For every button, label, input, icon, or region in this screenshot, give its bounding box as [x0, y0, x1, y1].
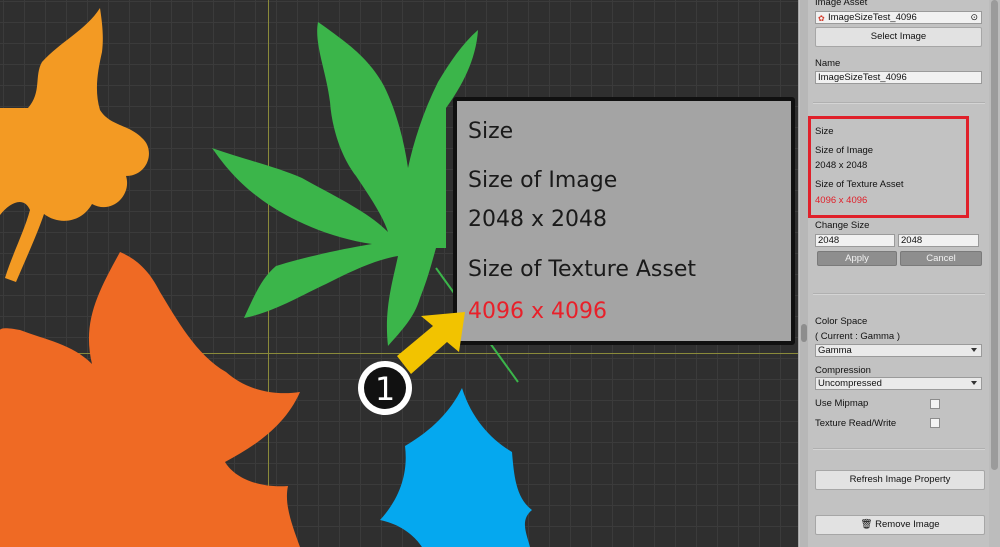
image-asset-icon: ✿ — [818, 14, 825, 23]
compression-label: Compression — [815, 365, 871, 376]
color-space-value: Gamma — [818, 345, 852, 356]
cancel-button[interactable]: Cancel — [900, 251, 982, 266]
name-label: Name — [815, 58, 841, 69]
callout-size-of-image-value: 2048 x 2048 — [468, 207, 607, 232]
chevron-down-icon — [971, 348, 977, 352]
inspector-resize-scrollbar[interactable] — [800, 0, 808, 547]
image-asset-label: Image Asset — [815, 0, 868, 8]
remove-image-label: Remove Image — [875, 519, 940, 530]
trash-icon: 🗑 — [860, 519, 873, 530]
separator — [813, 448, 985, 450]
color-space-current: ( Current : Gamma ) — [815, 331, 900, 342]
name-field[interactable]: ImageSizeTest_4096 — [815, 71, 982, 84]
callout-size-of-image-label: Size of Image — [468, 168, 618, 193]
refresh-image-property-button[interactable]: Refresh Image Property — [815, 470, 985, 490]
use-mipmap-checkbox[interactable] — [930, 399, 940, 409]
image-asset-value: ImageSizeTest_4096 — [828, 12, 917, 23]
scrollbar-thumb[interactable] — [801, 324, 807, 342]
use-mipmap-label: Use Mipmap — [815, 398, 869, 409]
step-marker-number: 1 — [375, 370, 395, 408]
remove-image-button[interactable]: 🗑 Remove Image — [815, 515, 985, 535]
object-picker-icon[interactable]: ⊙ — [970, 12, 978, 23]
scrollbar-thumb[interactable] — [991, 0, 998, 470]
change-size-label: Change Size — [815, 220, 870, 231]
callout-size-of-texture-label: Size of Texture Asset — [468, 257, 697, 282]
separator — [813, 102, 985, 104]
texture-read-write-label: Texture Read/Write — [815, 418, 897, 429]
separator — [813, 293, 985, 295]
pointer-arrow-icon — [397, 312, 465, 374]
apply-button[interactable]: Apply — [817, 251, 897, 266]
inspector-scrollbar[interactable] — [989, 0, 1000, 547]
compression-dropdown[interactable]: Uncompressed — [815, 377, 982, 390]
color-space-dropdown[interactable]: Gamma — [815, 344, 982, 357]
change-height-field[interactable]: 2048 — [898, 234, 979, 247]
change-width-field[interactable]: 2048 — [815, 234, 895, 247]
zoom-callout: Size Size of Image 2048 x 2048 Size of T… — [453, 97, 795, 345]
orange-leaf-top-left — [0, 8, 149, 282]
inspector-panel: Image Asset ✿ ImageSizeTest_4096 ⊙ Selec… — [798, 0, 1000, 547]
size-highlight-box — [808, 116, 969, 218]
green-leaf-center — [212, 22, 478, 346]
texture-read-write-checkbox[interactable] — [930, 418, 940, 428]
image-asset-field[interactable]: ✿ ImageSizeTest_4096 ⊙ — [815, 11, 982, 24]
compression-value: Uncompressed — [818, 378, 882, 389]
callout-size-heading: Size — [468, 119, 514, 144]
scene-canvas[interactable]: Size Size of Image 2048 x 2048 Size of T… — [0, 0, 798, 547]
step-pointer: 1 — [358, 312, 465, 415]
chevron-down-icon — [971, 381, 977, 385]
select-image-button[interactable]: Select Image — [815, 27, 982, 47]
color-space-label: Color Space — [815, 316, 868, 327]
callout-size-of-texture-value: 4096 x 4096 — [468, 299, 607, 324]
